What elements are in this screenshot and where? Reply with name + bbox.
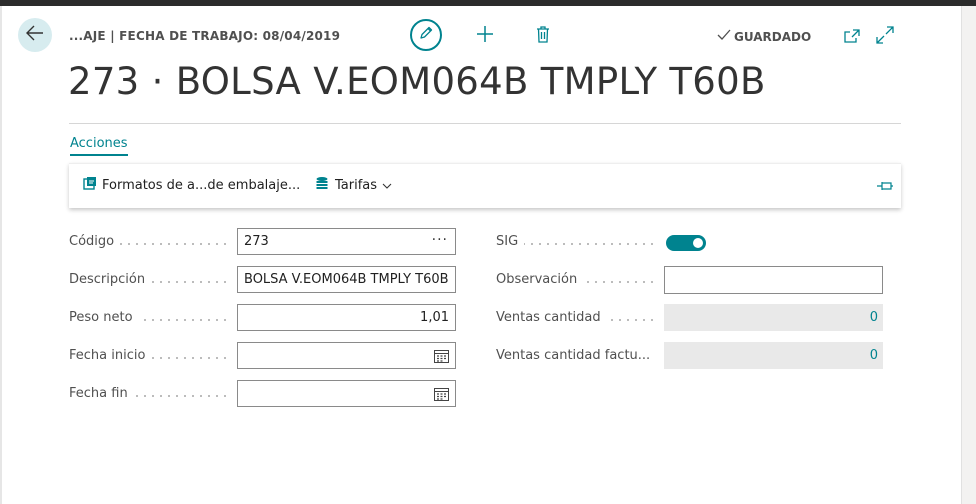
ellipsis-icon[interactable]: ··· (432, 232, 448, 248)
plus-icon (476, 25, 494, 47)
sig-toggle[interactable] (666, 235, 706, 251)
ventas-cantidad-factu-label: Ventas cantidad factu... (496, 348, 657, 363)
fecha-fin-label-row: Fecha fin (69, 386, 229, 401)
trash-icon (536, 25, 550, 47)
saved-status: GUARDADO (717, 29, 811, 44)
ventas-cantidad-factu-label-row: Ventas cantidad factu... (496, 348, 658, 363)
sig-label-row: SIG (496, 234, 658, 249)
descripcion-field[interactable]: BOLSA V.EOM064B TMPLY T60B (237, 266, 456, 293)
back-arrow-icon (26, 25, 44, 45)
fecha-inicio-label: Fecha inicio (69, 348, 152, 363)
tarifas-label: Tarifas (335, 177, 378, 193)
codigo-field[interactable]: 273 ··· (237, 228, 456, 255)
action-bar: Formatos de a...de embalaje... Tarifas (69, 163, 901, 208)
formatos-embalaje-label: Formatos de a...de embalaje... (102, 177, 301, 193)
ventas-cantidad-factu-value[interactable]: 0 (870, 348, 878, 363)
open-new-window-icon (844, 28, 860, 47)
ventas-cantidad-label-row: Ventas cantidad (496, 310, 658, 325)
ventas-cantidad-label: Ventas cantidad (496, 310, 607, 325)
title-divider (69, 123, 901, 124)
new-button[interactable] (474, 25, 496, 47)
open-new-window-button[interactable] (843, 28, 861, 46)
breadcrumb: ...AJE | FECHA DE TRABAJO: 08/04/2019 (69, 29, 341, 43)
right-side-panel (961, 6, 976, 504)
chevron-down-icon (382, 178, 392, 193)
packaging-formats-icon (83, 176, 97, 194)
expand-button[interactable] (875, 26, 895, 48)
codigo-value: 273 (244, 234, 269, 249)
fecha-inicio-field[interactable] (237, 342, 456, 369)
sig-label: SIG (496, 234, 525, 249)
pencil-icon (418, 25, 434, 45)
ventas-cantidad-field[interactable]: 0 (664, 304, 883, 331)
formatos-embalaje-action[interactable]: Formatos de a...de embalaje... (83, 176, 300, 194)
observacion-label: Observación (496, 272, 584, 287)
window-top-bar (0, 0, 976, 6)
ventas-cantidad-factu-field[interactable]: 0 (664, 342, 883, 369)
toggle-knob (693, 238, 703, 248)
peso-neto-label-row: Peso neto (69, 310, 229, 325)
calendar-icon[interactable] (433, 348, 449, 364)
peso-neto-label: Peso neto (69, 310, 139, 325)
fecha-fin-field[interactable] (237, 380, 456, 407)
tarifas-action[interactable]: Tarifas (314, 176, 392, 194)
descripcion-label-row: Descripción (69, 272, 229, 287)
expand-icon (876, 26, 894, 48)
observacion-label-row: Observación (496, 272, 658, 287)
saved-status-label: GUARDADO (734, 29, 812, 44)
pin-icon (876, 177, 894, 196)
descripcion-label: Descripción (69, 272, 152, 287)
checkmark-icon (717, 29, 731, 44)
edit-button[interactable] (410, 19, 442, 51)
delete-button[interactable] (532, 25, 554, 47)
calendar-icon[interactable] (433, 386, 449, 402)
fecha-inicio-label-row: Fecha inicio (69, 348, 229, 363)
coins-icon (314, 176, 330, 194)
codigo-label: Código (69, 234, 121, 249)
descripcion-value: BOLSA V.EOM064B TMPLY T60B (244, 272, 449, 287)
pin-action-bar-button[interactable] (876, 178, 894, 194)
ventas-cantidad-value[interactable]: 0 (870, 310, 878, 325)
codigo-label-row: Código (69, 234, 229, 249)
back-button[interactable] (18, 18, 52, 52)
peso-neto-field[interactable]: 1,01 (237, 304, 456, 331)
peso-neto-value: 1,01 (420, 310, 449, 325)
tab-acciones[interactable]: Acciones (70, 136, 128, 156)
fecha-fin-label: Fecha fin (69, 386, 134, 401)
left-edge (0, 6, 2, 504)
observacion-field[interactable] (664, 266, 883, 294)
page-title: 273 · BOLSA V.EOM064B TMPLY T60B (68, 60, 766, 103)
